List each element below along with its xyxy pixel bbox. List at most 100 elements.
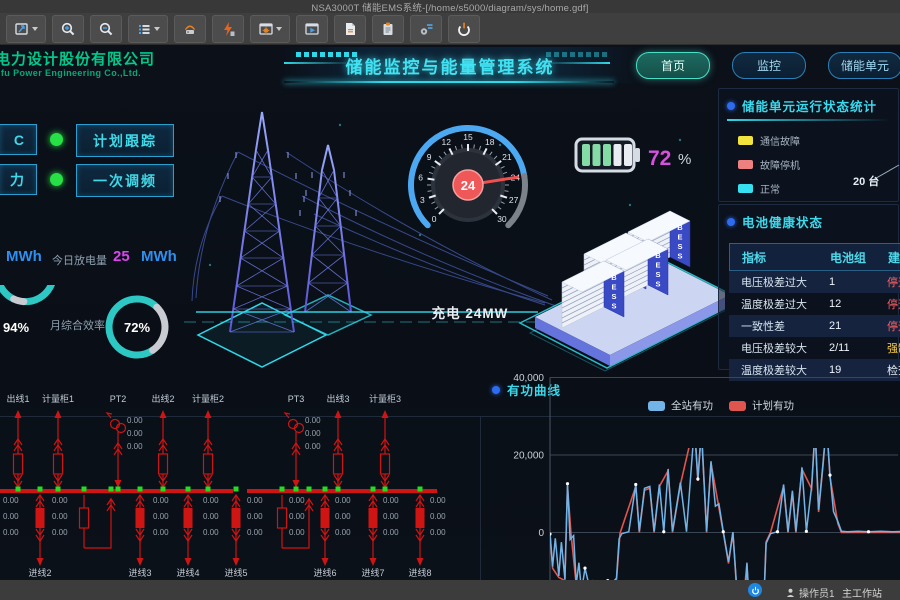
svg-text:出线1: 出线1 xyxy=(6,393,29,404)
svg-text:0.00: 0.00 xyxy=(127,442,143,451)
action-cell: 强制 xyxy=(887,340,900,356)
dropdown-caret xyxy=(276,27,282,31)
clipboard-button[interactable] xyxy=(372,15,404,43)
power-flash-button[interactable] xyxy=(212,15,244,43)
session-button[interactable] xyxy=(748,583,762,597)
freq-regulation-button[interactable]: 一次调频 xyxy=(76,164,174,197)
comm-router-button[interactable] xyxy=(174,15,206,43)
battery-value: 72 xyxy=(648,147,671,171)
svg-text:21: 21 xyxy=(502,152,512,162)
svg-text:进线5: 进线5 xyxy=(224,567,247,578)
svg-text:0.00: 0.00 xyxy=(153,496,169,505)
document-icon xyxy=(342,21,358,37)
nav-item[interactable]: 储能单元 xyxy=(828,52,900,79)
settings-button[interactable] xyxy=(410,15,442,43)
display-list-button[interactable] xyxy=(128,15,168,43)
svg-text:进线3: 进线3 xyxy=(128,567,151,578)
legend-item: 故障停机 xyxy=(738,157,800,172)
svg-text:计量柜2: 计量柜2 xyxy=(192,393,224,404)
power-icon xyxy=(456,21,472,37)
dropdown-caret xyxy=(154,27,160,31)
battery-health-table: 指标电池组建议电压极差过大1停运温度极差过大12停运一致性差21停运电压极差较大… xyxy=(729,243,900,381)
document-button[interactable] xyxy=(334,15,366,43)
zoom-out-button[interactable] xyxy=(90,15,122,43)
svg-text:18: 18 xyxy=(485,137,495,147)
metric-cell: 温度极差过大 xyxy=(741,296,829,312)
dropdown-caret xyxy=(32,27,38,31)
svg-text:0.00: 0.00 xyxy=(430,528,446,537)
efficiency-label: 月综合效率 xyxy=(50,317,105,333)
count-cell: 21 xyxy=(829,320,887,332)
discharge-value: 25 xyxy=(113,248,130,265)
power-flash-icon xyxy=(220,21,236,37)
svg-text:0.00: 0.00 xyxy=(383,512,399,521)
svg-text:0.00: 0.00 xyxy=(247,496,263,505)
svg-text:0.00: 0.00 xyxy=(3,496,19,505)
svg-text:0.00: 0.00 xyxy=(203,528,219,537)
svg-text:进线8: 进线8 xyxy=(408,567,431,578)
nav-item[interactable]: 首页 xyxy=(636,52,710,79)
legend-swatch xyxy=(738,160,753,169)
table-row[interactable]: 一致性差21停运 xyxy=(729,315,900,337)
window-sun-button[interactable] xyxy=(250,15,290,43)
svg-text:PT2: PT2 xyxy=(110,394,127,404)
metric-cell: 电压极差过大 xyxy=(741,274,829,290)
company-block: 电力设计股份有限公司 gfu Power Engineering Co.,Ltd… xyxy=(0,52,155,78)
table-header-row: 指标电池组建议 xyxy=(729,243,900,271)
energy-unit-right: MWh xyxy=(141,248,177,265)
fullscreen-button[interactable] xyxy=(6,15,46,43)
status-dot-freq xyxy=(50,173,63,186)
svg-text:出线3: 出线3 xyxy=(326,393,349,404)
table-row[interactable]: 电压极差过大1停运 xyxy=(729,271,900,293)
svg-text:12: 12 xyxy=(441,137,451,147)
window-sun-icon xyxy=(258,21,274,37)
battery-health-panel: 电池健康状态 指标电池组建议电压极差过大1停运温度极差过大12停运一致性差21停… xyxy=(718,204,899,370)
column-header: 指标 xyxy=(742,249,830,266)
gauge-right-value: 72% xyxy=(124,320,150,335)
dashboard: 电力设计股份有限公司 gfu Power Engineering Co.,Ltd… xyxy=(0,45,900,580)
svg-text:0.00: 0.00 xyxy=(203,496,219,505)
svg-text:0.00: 0.00 xyxy=(335,496,351,505)
count-cell: 2/11 xyxy=(829,342,887,354)
page-title: 储能监控与能量管理系统 xyxy=(330,53,570,78)
svg-text:0: 0 xyxy=(538,528,544,539)
svg-text:0.00: 0.00 xyxy=(153,528,169,537)
table-row[interactable]: 温度极差过大12停运 xyxy=(729,293,900,315)
svg-text:9: 9 xyxy=(427,152,432,162)
nav-item[interactable]: 监控 xyxy=(732,52,806,79)
window-play-button[interactable] xyxy=(296,15,328,43)
svg-text:进线4: 进线4 xyxy=(176,567,199,578)
svg-text:计量柜3: 计量柜3 xyxy=(369,393,401,404)
bess-label: BESS xyxy=(611,273,617,311)
bess-label: BESS xyxy=(655,251,661,289)
svg-text:0.00: 0.00 xyxy=(289,512,305,521)
svg-text:0.00: 0.00 xyxy=(289,528,305,537)
svg-text:进线7: 进线7 xyxy=(361,567,384,578)
status-dot-plan xyxy=(50,133,63,146)
svg-text:进线2: 进线2 xyxy=(28,567,51,578)
svg-text:0.00: 0.00 xyxy=(127,416,143,425)
svg-text:30: 30 xyxy=(497,214,507,224)
settings-icon xyxy=(418,21,434,37)
fullscreen-icon xyxy=(14,21,30,37)
action-cell: 停运 xyxy=(887,296,900,312)
toolbar xyxy=(0,13,900,45)
legend-label: 正常 xyxy=(760,181,780,196)
zoom-in-icon xyxy=(60,21,76,37)
agc-button[interactable]: C xyxy=(0,124,37,155)
column-header: 建议 xyxy=(888,249,900,266)
bess-label: BESS xyxy=(677,223,683,261)
svg-text:40,000: 40,000 xyxy=(513,373,544,384)
table-row[interactable]: 电压极差较大2/11强制 xyxy=(729,337,900,359)
power-button[interactable] xyxy=(448,15,480,43)
svg-text:0.00: 0.00 xyxy=(335,512,351,521)
discharge-label: 今日放电量 xyxy=(52,252,107,268)
svg-text:0.00: 0.00 xyxy=(203,512,219,521)
plan-track-button[interactable]: 计划跟踪 xyxy=(76,124,174,157)
output-button[interactable]: 力 xyxy=(0,164,37,195)
company-name-en: gfu Power Engineering Co.,Ltd. xyxy=(0,69,155,79)
zoom-in-button[interactable] xyxy=(52,15,84,43)
workstation-link[interactable]: 主工作站 xyxy=(842,585,882,600)
legend-swatch xyxy=(738,136,753,145)
gauge-left-value: 94% xyxy=(3,320,29,335)
